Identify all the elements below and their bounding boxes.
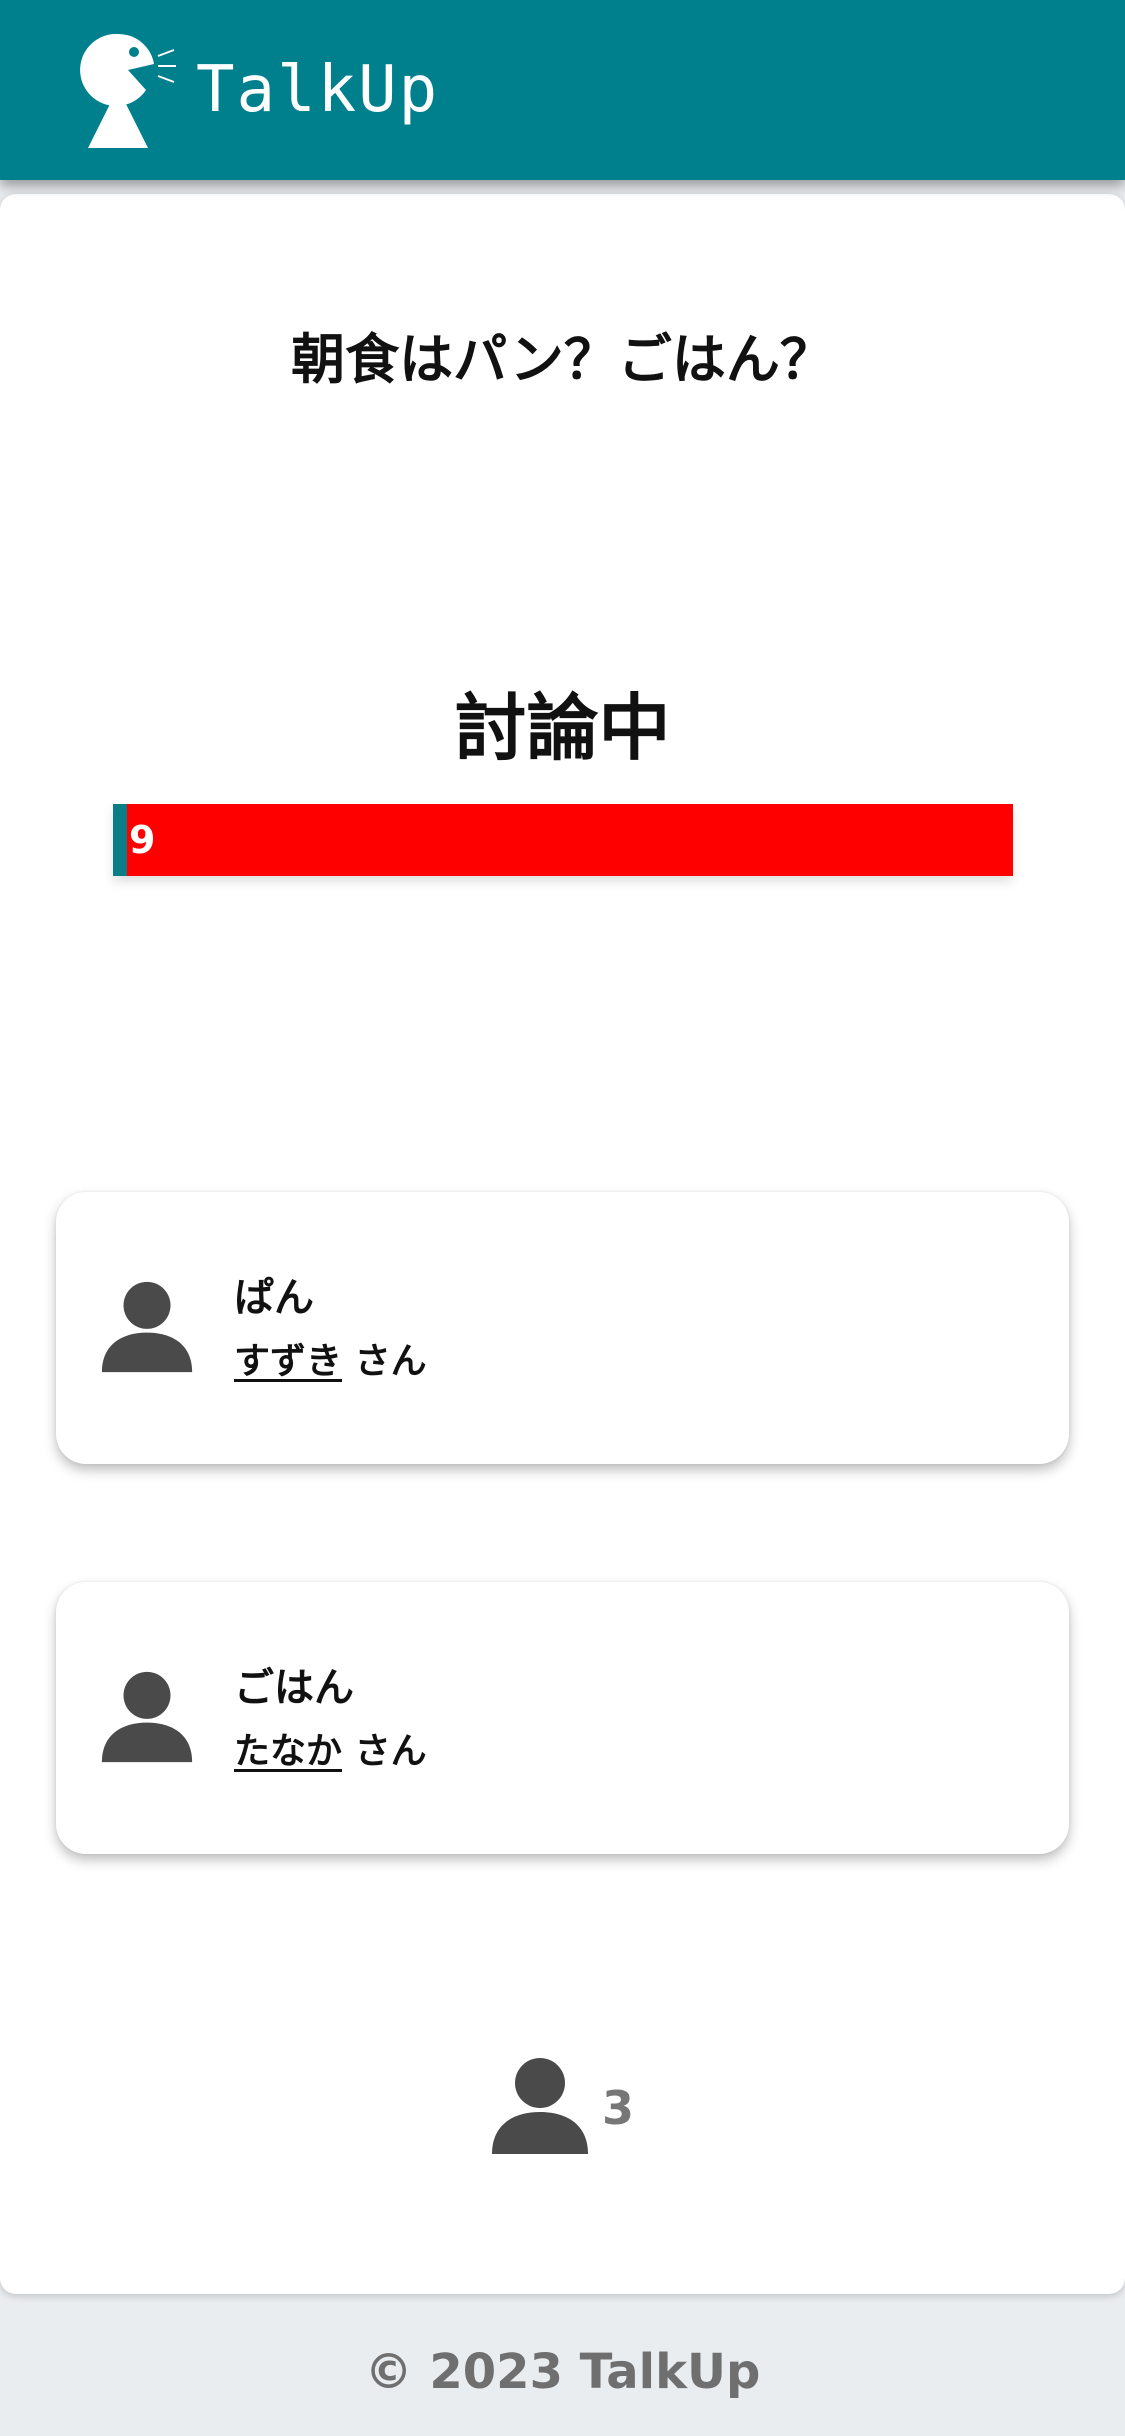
footer-copyright: © 2023 TalkUp (364, 2344, 761, 2400)
speaking-person-icon[interactable] (58, 30, 178, 150)
speaker-name-link[interactable]: すずき (234, 1341, 342, 1382)
speaker-line: たなか さん (234, 1728, 427, 1776)
speaker-honorific: さん (354, 1731, 427, 1772)
person-icon (492, 2058, 588, 2154)
timer-progress-fill (113, 804, 127, 876)
speaker-side: ぱん (234, 1275, 314, 1321)
speaker-honorific: さん (354, 1341, 427, 1382)
participant-count-value: 3 (602, 2081, 635, 2135)
brand-name[interactable]: TalkUp (196, 50, 439, 130)
timer-progress-bar: 9 (113, 804, 1013, 876)
speaker-name-link[interactable]: たなか (234, 1731, 342, 1772)
person-icon (101, 1671, 193, 1763)
speaker-card-pan[interactable]: ぱん すずき さん (56, 1192, 1069, 1464)
speaker-card-gohan[interactable]: ごはん たなか さん (56, 1582, 1069, 1854)
discussion-card: 朝食はパン？ごはん？ 討論中 9 ぱん すずき さん ごはん たなか さん 3 (0, 194, 1125, 2294)
person-icon (101, 1281, 193, 1373)
discussion-status: 討論中 (454, 686, 671, 770)
speaker-side: ごはん (234, 1665, 354, 1711)
timer-count: 9 (129, 818, 156, 862)
app-header: TalkUp (0, 0, 1125, 180)
speaker-line: すずき さん (234, 1338, 427, 1386)
topic-title: 朝食はパン？ごはん？ (291, 328, 834, 391)
